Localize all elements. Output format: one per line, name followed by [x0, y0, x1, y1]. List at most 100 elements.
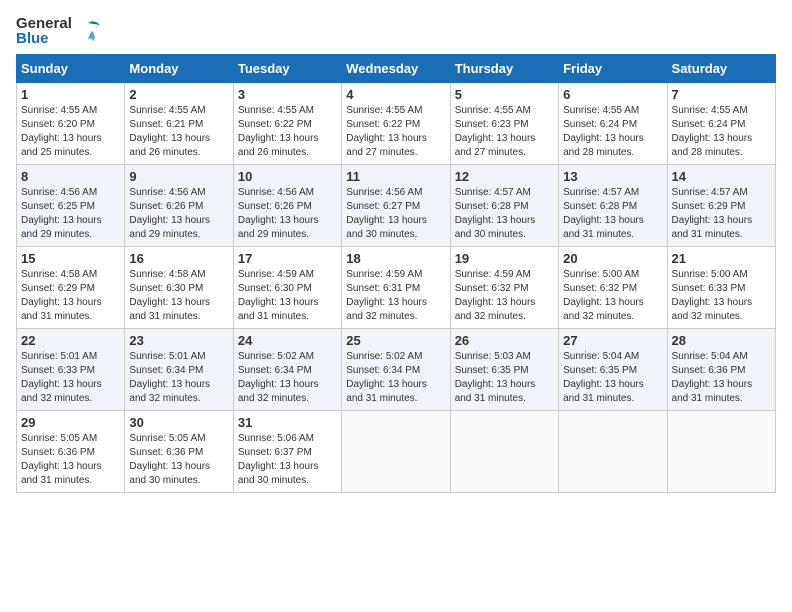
calendar-cell: 29 Sunrise: 5:05 AMSunset: 6:36 PMDayligh… [17, 411, 125, 493]
day-info: Sunrise: 5:00 AMSunset: 6:32 PMDaylight:… [563, 268, 662, 324]
day-info: Sunrise: 4:58 AMSunset: 6:29 PMDaylight:… [21, 268, 120, 324]
day-number: 29 [21, 415, 120, 430]
day-number: 13 [563, 169, 662, 184]
day-info: Sunrise: 4:55 AMSunset: 6:24 PMDaylight:… [563, 104, 662, 160]
calendar-cell: 25Sunrise: 5:02 AMSunset: 6:34 PMDayligh… [342, 329, 450, 411]
calendar-cell: 5 Sunrise: 4:55 AMSunset: 6:23 PMDaylight… [450, 83, 558, 165]
calendar-cell: 21Sunrise: 5:00 AMSunset: 6:33 PMDayligh… [667, 247, 775, 329]
calendar-cell: 23 Sunrise: 5:01 AMSunset: 6:34 PMDayligh… [125, 329, 233, 411]
calendar-week-row: 22Sunrise: 5:01 AMSunset: 6:33 PMDayligh… [17, 329, 776, 411]
day-info: Sunrise: 5:05 AMSunset: 6:36 PMDaylight:… [21, 432, 120, 488]
day-number: 27 [563, 333, 662, 348]
calendar-cell: 9 Sunrise: 4:56 AMSunset: 6:26 PMDaylight… [125, 165, 233, 247]
day-number: 5 [455, 87, 554, 102]
day-info: Sunrise: 4:56 AMSunset: 6:26 PMDaylight:… [129, 186, 228, 242]
day-info: Sunrise: 4:56 AMSunset: 6:25 PMDaylight:… [21, 186, 120, 242]
calendar-cell: 26 Sunrise: 5:03 AMSunset: 6:35 PMDayligh… [450, 329, 558, 411]
calendar-cell: 10Sunrise: 4:56 AMSunset: 6:26 PMDayligh… [233, 165, 341, 247]
weekday-header: Tuesday [233, 55, 341, 83]
day-number: 11 [346, 169, 445, 184]
calendar-cell: 16Sunrise: 4:58 AMSunset: 6:30 PMDayligh… [125, 247, 233, 329]
day-info: Sunrise: 4:57 AMSunset: 6:29 PMDaylight:… [672, 186, 771, 242]
day-info: Sunrise: 5:04 AMSunset: 6:35 PMDaylight:… [563, 350, 662, 406]
day-info: Sunrise: 4:57 AMSunset: 6:28 PMDaylight:… [455, 186, 554, 242]
calendar-cell: 18 Sunrise: 4:59 AMSunset: 6:31 PMDayligh… [342, 247, 450, 329]
day-info: Sunrise: 4:57 AMSunset: 6:28 PMDaylight:… [563, 186, 662, 242]
day-number: 26 [455, 333, 554, 348]
day-info: Sunrise: 4:55 AMSunset: 6:22 PMDaylight:… [238, 104, 337, 160]
calendar-table: SundayMondayTuesdayWednesdayThursdayFrid… [16, 54, 776, 493]
logo: General Blue [16, 16, 102, 46]
day-info: Sunrise: 4:55 AMSunset: 6:21 PMDaylight:… [129, 104, 228, 160]
calendar-cell: 4 Sunrise: 4:55 AMSunset: 6:22 PMDaylight… [342, 83, 450, 165]
day-number: 14 [672, 169, 771, 184]
calendar-cell: 2 Sunrise: 4:55 AMSunset: 6:21 PMDaylight… [125, 83, 233, 165]
weekday-header: Sunday [17, 55, 125, 83]
day-info: Sunrise: 4:56 AMSunset: 6:27 PMDaylight:… [346, 186, 445, 242]
day-number: 4 [346, 87, 445, 102]
weekday-header: Saturday [667, 55, 775, 83]
day-number: 25 [346, 333, 445, 348]
day-number: 23 [129, 333, 228, 348]
calendar-cell [342, 411, 450, 493]
logo-text-block: General Blue [16, 16, 72, 46]
calendar-cell: 17 Sunrise: 4:59 AMSunset: 6:30 PMDayligh… [233, 247, 341, 329]
day-number: 24 [238, 333, 337, 348]
calendar-header-row: SundayMondayTuesdayWednesdayThursdayFrid… [17, 55, 776, 83]
day-number: 2 [129, 87, 228, 102]
page-header: General Blue [16, 16, 776, 46]
calendar-cell: 12 Sunrise: 4:57 AMSunset: 6:28 PMDayligh… [450, 165, 558, 247]
day-info: Sunrise: 5:01 AMSunset: 6:34 PMDaylight:… [129, 350, 228, 406]
day-info: Sunrise: 5:02 AMSunset: 6:34 PMDaylight:… [238, 350, 337, 406]
day-number: 20 [563, 251, 662, 266]
calendar-cell: 20 Sunrise: 5:00 AMSunset: 6:32 PMDayligh… [559, 247, 667, 329]
calendar-cell: 19Sunrise: 4:59 AMSunset: 6:32 PMDayligh… [450, 247, 558, 329]
day-info: Sunrise: 5:00 AMSunset: 6:33 PMDaylight:… [672, 268, 771, 324]
logo-blue: Blue [16, 31, 72, 46]
logo-bird-icon [74, 17, 102, 45]
day-info: Sunrise: 5:06 AMSunset: 6:37 PMDaylight:… [238, 432, 337, 488]
calendar-cell: 3 Sunrise: 4:55 AMSunset: 6:22 PMDaylight… [233, 83, 341, 165]
day-info: Sunrise: 4:59 AMSunset: 6:31 PMDaylight:… [346, 268, 445, 324]
day-number: 1 [21, 87, 120, 102]
day-number: 12 [455, 169, 554, 184]
day-info: Sunrise: 5:04 AMSunset: 6:36 PMDaylight:… [672, 350, 771, 406]
calendar-cell: 30 Sunrise: 5:05 AMSunset: 6:36 PMDayligh… [125, 411, 233, 493]
day-number: 3 [238, 87, 337, 102]
calendar-cell: 13 Sunrise: 4:57 AMSunset: 6:28 PMDayligh… [559, 165, 667, 247]
weekday-header: Wednesday [342, 55, 450, 83]
day-number: 18 [346, 251, 445, 266]
calendar-cell: 8Sunrise: 4:56 AMSunset: 6:25 PMDaylight… [17, 165, 125, 247]
day-number: 15 [21, 251, 120, 266]
day-info: Sunrise: 4:55 AMSunset: 6:22 PMDaylight:… [346, 104, 445, 160]
day-number: 28 [672, 333, 771, 348]
calendar-cell [667, 411, 775, 493]
calendar-cell: 22Sunrise: 5:01 AMSunset: 6:33 PMDayligh… [17, 329, 125, 411]
day-info: Sunrise: 4:55 AMSunset: 6:24 PMDaylight:… [672, 104, 771, 160]
day-info: Sunrise: 5:05 AMSunset: 6:36 PMDaylight:… [129, 432, 228, 488]
calendar-week-row: 1 Sunrise: 4:55 AMSunset: 6:20 PMDaylight… [17, 83, 776, 165]
day-number: 19 [455, 251, 554, 266]
day-info: Sunrise: 4:59 AMSunset: 6:30 PMDaylight:… [238, 268, 337, 324]
day-number: 30 [129, 415, 228, 430]
day-info: Sunrise: 4:55 AMSunset: 6:20 PMDaylight:… [21, 104, 120, 160]
logo-general: General [16, 16, 72, 31]
calendar-cell: 7Sunrise: 4:55 AMSunset: 6:24 PMDaylight… [667, 83, 775, 165]
calendar-cell [450, 411, 558, 493]
calendar-cell: 1 Sunrise: 4:55 AMSunset: 6:20 PMDaylight… [17, 83, 125, 165]
day-number: 31 [238, 415, 337, 430]
day-number: 9 [129, 169, 228, 184]
weekday-header: Thursday [450, 55, 558, 83]
calendar-week-row: 8Sunrise: 4:56 AMSunset: 6:25 PMDaylight… [17, 165, 776, 247]
calendar-cell: 27 Sunrise: 5:04 AMSunset: 6:35 PMDayligh… [559, 329, 667, 411]
day-number: 17 [238, 251, 337, 266]
day-number: 16 [129, 251, 228, 266]
day-number: 6 [563, 87, 662, 102]
calendar-cell: 24 Sunrise: 5:02 AMSunset: 6:34 PMDayligh… [233, 329, 341, 411]
day-info: Sunrise: 4:55 AMSunset: 6:23 PMDaylight:… [455, 104, 554, 160]
day-info: Sunrise: 5:01 AMSunset: 6:33 PMDaylight:… [21, 350, 120, 406]
calendar-cell: 15 Sunrise: 4:58 AMSunset: 6:29 PMDayligh… [17, 247, 125, 329]
weekday-header: Friday [559, 55, 667, 83]
day-info: Sunrise: 5:03 AMSunset: 6:35 PMDaylight:… [455, 350, 554, 406]
weekday-header: Monday [125, 55, 233, 83]
